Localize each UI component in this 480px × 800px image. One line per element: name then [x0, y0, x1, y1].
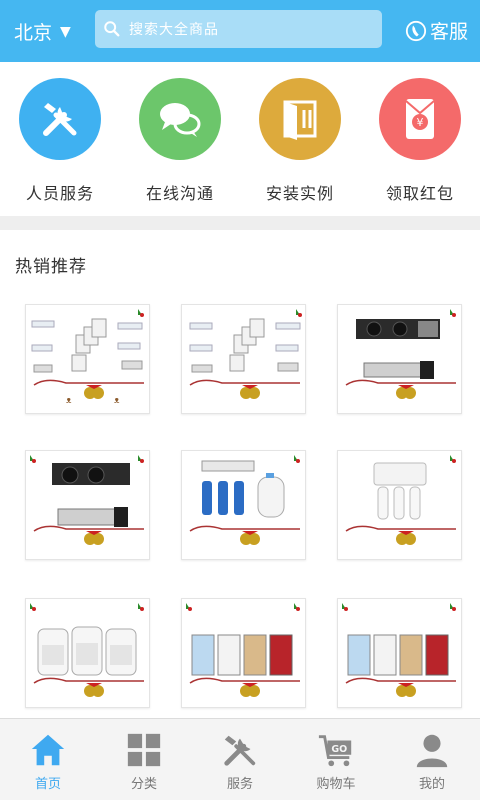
- multi-split-ac-units-image: [189, 309, 302, 399]
- nav-label: 分类: [130, 777, 157, 792]
- quick-link-staff-service[interactable]: 人员服务: [0, 78, 120, 204]
- quick-link-label: 人员服务: [25, 184, 94, 203]
- search-placeholder: 搜索大全商品: [129, 22, 219, 38]
- nav-label: 购物车: [316, 777, 356, 792]
- red-envelope-icon: ¥: [379, 78, 461, 160]
- quick-link-install-cases[interactable]: 安装实例: [240, 78, 360, 204]
- product-card[interactable]: [337, 304, 462, 414]
- ducted-ventilation-unit-image: [345, 309, 456, 399]
- ducted-ventilation-unit-image: [30, 455, 144, 545]
- nav-mine[interactable]: 我的: [384, 719, 480, 800]
- svg-text:¥: ¥: [417, 116, 424, 129]
- customer-service-button[interactable]: 客服: [405, 17, 468, 44]
- air-purifiers-color-image: [186, 603, 300, 697]
- section-divider: [0, 216, 480, 230]
- cart-go-icon: GO: [318, 735, 352, 767]
- customer-service-label: 客服: [429, 21, 468, 43]
- grid-icon: [127, 733, 161, 767]
- quick-links: 人员服务 在线沟通 安装实例 ¥ 领取红包: [0, 62, 480, 216]
- search-icon: [104, 21, 120, 37]
- city-label: 北京: [14, 22, 53, 44]
- nav-home[interactable]: 首页: [0, 719, 96, 800]
- section-title: 热销推荐: [15, 257, 87, 277]
- quick-link-label: 在线沟通: [145, 184, 214, 203]
- bottom-nav: 首页 分类 服务 GO 购物车 我的: [0, 718, 480, 800]
- tools-icon: [19, 78, 101, 160]
- product-card[interactable]: [181, 450, 306, 560]
- product-card[interactable]: [337, 450, 462, 560]
- nav-label: 服务: [226, 777, 253, 792]
- quick-link-red-envelope[interactable]: ¥ 领取红包: [360, 78, 480, 204]
- nav-category[interactable]: 分类: [96, 719, 192, 800]
- user-icon: [416, 734, 448, 768]
- door-tools-icon: [259, 78, 341, 160]
- city-selector[interactable]: 北京 ▼: [14, 18, 71, 45]
- home-icon: [31, 734, 65, 766]
- ro-water-filter-image: [345, 455, 456, 545]
- caret-down-icon: ▼: [60, 23, 71, 40]
- product-card[interactable]: [337, 598, 462, 708]
- product-card[interactable]: ᴥ ᴥ: [25, 304, 150, 414]
- svg-text:ᴥ: ᴥ: [114, 396, 120, 406]
- search-input[interactable]: 搜索大全商品: [95, 10, 382, 48]
- air-purifiers-white-image: [30, 603, 144, 697]
- nav-cart[interactable]: GO 购物车: [288, 719, 384, 800]
- nav-service[interactable]: 服务: [192, 719, 288, 800]
- nav-label: 首页: [34, 777, 61, 792]
- quick-link-label: 领取红包: [385, 184, 454, 203]
- svg-text:GO: GO: [331, 744, 347, 755]
- water-purifier-system-image: [189, 455, 300, 545]
- phone-icon: [405, 20, 427, 41]
- svg-text:ᴥ: ᴥ: [66, 396, 72, 406]
- quick-link-online-chat[interactable]: 在线沟通: [120, 78, 240, 204]
- multi-split-ac-units-image: ᴥ ᴥ: [31, 309, 144, 406]
- top-bar: 北京 ▼ 搜索大全商品 客服: [0, 0, 480, 62]
- air-purifiers-color-image: [342, 603, 456, 697]
- tools-icon: [224, 735, 256, 766]
- product-card[interactable]: [181, 304, 306, 414]
- product-card[interactable]: [25, 450, 150, 560]
- nav-label: 我的: [418, 777, 445, 792]
- product-card[interactable]: [181, 598, 306, 708]
- product-card[interactable]: [25, 598, 150, 708]
- chat-bubbles-icon: [139, 78, 221, 160]
- quick-link-label: 安装实例: [265, 184, 334, 203]
